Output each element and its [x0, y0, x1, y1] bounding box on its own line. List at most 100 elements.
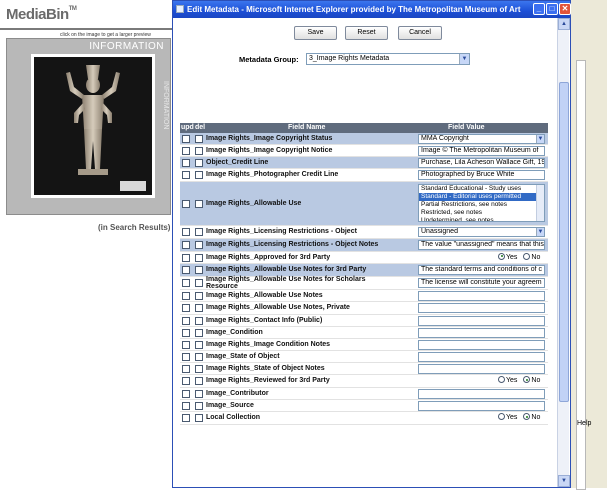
reset-button[interactable]: Reset [345, 26, 388, 40]
update-checkbox[interactable] [182, 316, 190, 325]
cancel-button[interactable]: Cancel [398, 26, 442, 40]
update-checkbox[interactable] [182, 241, 190, 249]
update-checkbox[interactable] [182, 253, 190, 262]
delete-checkbox[interactable] [195, 340, 203, 349]
field-name: Image_Contributor [206, 389, 269, 397]
table-row: Image Rights_Allowable Use Notes for Sch… [180, 276, 548, 290]
update-checkbox[interactable] [182, 389, 190, 398]
delete-checkbox[interactable] [195, 253, 203, 262]
update-checkbox[interactable] [182, 134, 190, 143]
field-value-input[interactable]: Image © The Metropolitan Museum of [418, 145, 545, 156]
radio-yes[interactable] [498, 376, 505, 383]
radio-yes-label: Yes [506, 377, 518, 384]
delete-checkbox[interactable] [195, 316, 203, 325]
information-tab[interactable]: INFORMATION [159, 55, 169, 155]
update-checkbox[interactable] [182, 364, 190, 373]
field-value-input[interactable] [418, 351, 545, 362]
radio-yes-label: Yes [506, 414, 518, 421]
delete-checkbox[interactable] [195, 291, 203, 300]
maximize-button[interactable]: □ [546, 3, 558, 15]
delete-checkbox[interactable] [195, 401, 203, 410]
delete-checkbox[interactable] [195, 279, 203, 287]
delete-checkbox[interactable] [195, 352, 203, 361]
listbox-option[interactable]: Standard Educational - Study uses [419, 185, 544, 193]
metadata-group-select[interactable]: 3_Image Rights Metadata ▼ [306, 53, 470, 65]
field-value-input[interactable] [418, 290, 545, 301]
update-checkbox[interactable] [182, 414, 190, 422]
listbox-option[interactable]: Partial Restrictions, see notes [419, 201, 544, 209]
help-link[interactable]: Help [577, 420, 591, 427]
field-value-select[interactable]: MMA Copyright ▼ [418, 133, 545, 144]
radio-no[interactable] [523, 413, 531, 420]
update-checkbox[interactable] [182, 304, 190, 312]
listbox-option[interactable]: Standard - Editorial uses permitted [419, 193, 544, 201]
update-checkbox[interactable] [182, 146, 190, 155]
asset-thumbnail[interactable] [31, 54, 155, 198]
listbox-option[interactable]: Restricted, see notes [419, 209, 544, 217]
radio-no-label: No [531, 377, 541, 384]
window-scrollbar[interactable]: ▲ ▼ [557, 18, 570, 487]
update-checkbox[interactable] [182, 266, 190, 274]
scroll-down-icon[interactable]: ▼ [558, 475, 570, 487]
field-value-input[interactable] [418, 339, 545, 350]
field-value-input[interactable] [418, 315, 545, 326]
update-checkbox[interactable] [182, 340, 190, 349]
update-checkbox[interactable] [182, 171, 190, 179]
radio-no[interactable] [523, 376, 531, 383]
field-value-input[interactable]: Purchase, Lila Acheson Wallace Gift, 199… [418, 157, 545, 168]
field-value-input[interactable]: Photographed by Bruce White [418, 170, 545, 180]
delete-checkbox[interactable] [195, 199, 203, 208]
update-checkbox[interactable] [182, 401, 190, 410]
close-button[interactable]: ✕ [559, 3, 571, 15]
field-value-input[interactable] [418, 388, 545, 399]
table-row: Image Rights_Approved for 3rd Party Yes No [180, 252, 548, 264]
field-value-input[interactable] [418, 363, 545, 374]
update-checkbox[interactable] [182, 352, 190, 361]
update-checkbox[interactable] [182, 279, 190, 287]
radio-yes[interactable] [498, 413, 505, 420]
field-name: Image Rights_Contact Info (Public) [206, 316, 323, 324]
delete-checkbox[interactable] [195, 171, 203, 179]
chevron-down-icon[interactable]: ▼ [536, 228, 544, 236]
delete-checkbox[interactable] [195, 266, 203, 274]
window-titlebar[interactable]: Edit Metadata - Microsoft Internet Explo… [173, 1, 571, 18]
listbox-option[interactable]: Undetermined, see notes [419, 217, 544, 221]
update-checkbox[interactable] [182, 377, 190, 385]
update-checkbox[interactable] [182, 328, 190, 337]
header-del: del [195, 124, 206, 131]
field-value-select[interactable]: Unassigned ▼ [418, 227, 545, 237]
delete-checkbox[interactable] [195, 304, 203, 312]
table-row: Image_Condition [180, 327, 548, 339]
field-value-input[interactable]: The license will constitute your agreem [418, 278, 545, 288]
delete-checkbox[interactable] [195, 134, 203, 143]
scroll-up-icon[interactable]: ▲ [558, 18, 570, 30]
field-value-input[interactable] [418, 400, 545, 411]
update-checkbox[interactable] [182, 199, 190, 208]
update-checkbox[interactable] [182, 291, 190, 300]
allowable-use-listbox[interactable]: Standard Educational - Study uses Standar… [418, 184, 545, 222]
update-checkbox[interactable] [182, 228, 190, 236]
field-value-input[interactable] [418, 303, 545, 313]
delete-checkbox[interactable] [195, 377, 203, 385]
field-value-input[interactable]: The value "unassigned" means that this [418, 240, 545, 250]
chevron-down-icon[interactable]: ▼ [536, 134, 544, 143]
search-results-label: (in Search Results) [98, 223, 171, 232]
delete-checkbox[interactable] [195, 364, 203, 373]
delete-checkbox[interactable] [195, 241, 203, 249]
delete-checkbox[interactable] [195, 389, 203, 398]
delete-checkbox[interactable] [195, 146, 203, 155]
radio-yes[interactable] [498, 252, 505, 260]
delete-checkbox[interactable] [195, 158, 203, 167]
scroll-thumb[interactable] [559, 82, 569, 402]
minimize-button[interactable]: _ [533, 3, 545, 15]
delete-checkbox[interactable] [195, 414, 203, 422]
radio-no[interactable] [523, 252, 531, 260]
save-button[interactable]: Save [294, 26, 337, 40]
delete-checkbox[interactable] [195, 228, 203, 236]
field-value-input[interactable]: The standard terms and conditions of c [418, 265, 545, 275]
delete-checkbox[interactable] [195, 328, 203, 337]
chevron-down-icon[interactable]: ▼ [459, 54, 469, 64]
listbox-scrollbar[interactable] [536, 185, 544, 221]
update-checkbox[interactable] [182, 158, 190, 167]
field-value-input[interactable] [418, 327, 545, 338]
